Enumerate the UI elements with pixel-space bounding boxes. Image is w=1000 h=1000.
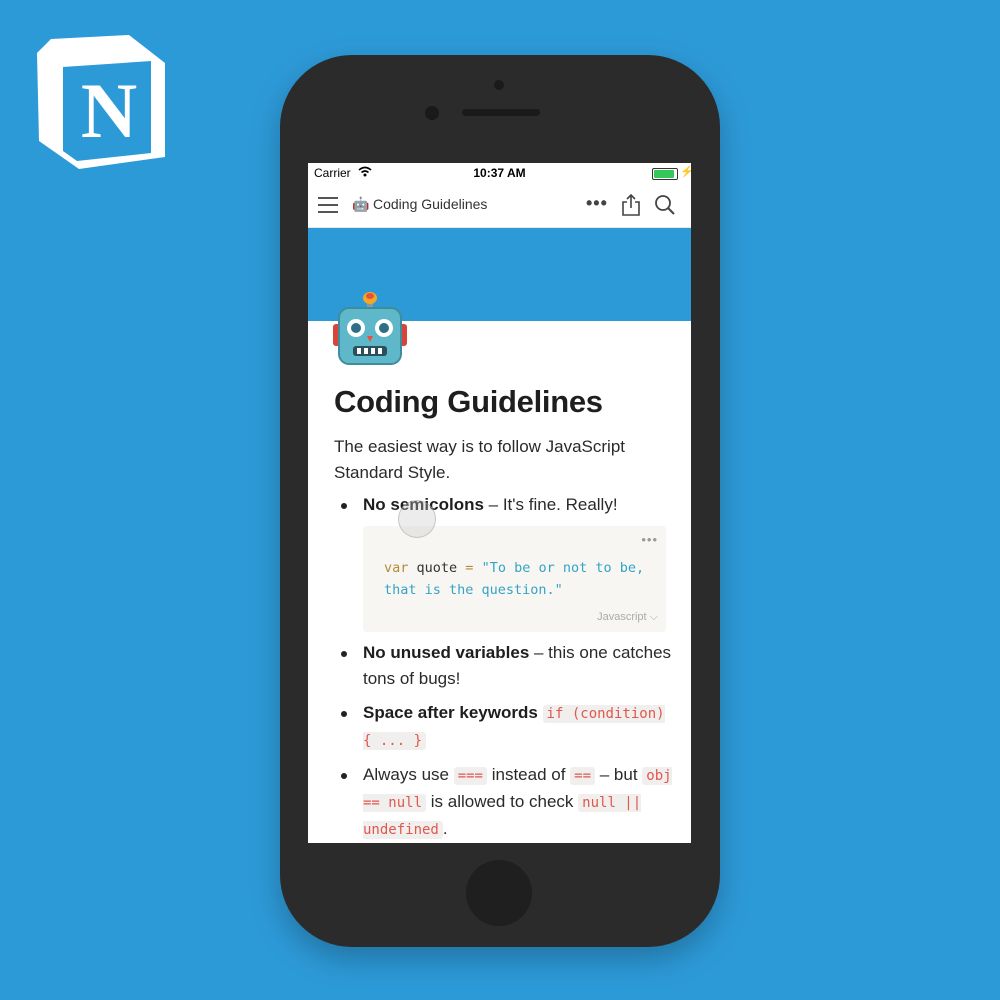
page-title[interactable]: Coding Guidelines: [334, 383, 674, 420]
code-text: var quote = "To be or not to be, that is…: [384, 557, 654, 601]
bullet-bold: Space after keywords: [363, 703, 538, 723]
svg-text:N: N: [81, 67, 137, 154]
bullet-text: – but: [595, 765, 643, 785]
inline-code: ==: [570, 767, 596, 786]
nav-bar: 🤖 Coding Guidelines •••: [308, 183, 691, 228]
phone-sensor: [425, 106, 439, 120]
intro-paragraph[interactable]: The easiest way is to follow JavaScript …: [334, 434, 674, 486]
robot-icon[interactable]: [333, 288, 407, 370]
charging-icon: ⚡: [680, 166, 691, 178]
bullet-list: No semicolons – It's fine. Really!: [334, 492, 674, 518]
touch-indicator: [398, 500, 436, 538]
status-bar: Carrier 10:37 AM ⚡: [308, 163, 691, 183]
code-block[interactable]: ••• var quote = "To be or not to be, tha…: [363, 526, 666, 633]
code-keyword: var: [384, 560, 409, 577]
home-button[interactable]: [466, 860, 532, 926]
bullet-text: – It's fine. Really!: [483, 495, 618, 515]
phone-speaker: [462, 109, 540, 116]
search-icon[interactable]: [654, 194, 676, 216]
hamburger-menu-icon[interactable]: [318, 195, 340, 213]
list-item[interactable]: No unused variables – this one catches t…: [334, 640, 674, 692]
code-language-select[interactable]: Javascript ⌵: [597, 611, 658, 624]
battery-icon: [652, 168, 678, 180]
inline-code: ===: [453, 767, 487, 786]
list-item[interactable]: Always use === instead of == – but obj =…: [334, 762, 674, 843]
page-content: Coding Guidelines The easiest way is to …: [334, 383, 674, 843]
clock: 10:37 AM: [473, 166, 526, 180]
share-icon[interactable]: [621, 193, 641, 217]
bullet-text: is allowed to check: [426, 792, 579, 812]
bullet-text: Always use: [363, 765, 454, 785]
code-identifier: quote: [408, 560, 466, 577]
more-dots-icon[interactable]: •••: [586, 193, 608, 214]
notion-logo-icon: N: [37, 35, 165, 169]
code-more-icon[interactable]: •••: [641, 532, 658, 547]
robot-icon: 🤖: [352, 196, 370, 212]
bullet-list: No unused variables – this one catches t…: [334, 640, 674, 843]
bullet-text: instead of: [487, 765, 571, 785]
phone-screen: Carrier 10:37 AM ⚡ 🤖 Coding Guidelines •…: [308, 163, 691, 843]
phone-camera: [494, 80, 504, 90]
list-item[interactable]: Space after keywords if (condition) { ..…: [334, 700, 674, 754]
bullet-bold: No unused variables: [363, 643, 530, 663]
bullet-text: .: [442, 819, 448, 839]
list-item[interactable]: No semicolons – It's fine. Really!: [334, 492, 674, 518]
breadcrumb-title[interactable]: Coding Guidelines: [373, 196, 487, 212]
